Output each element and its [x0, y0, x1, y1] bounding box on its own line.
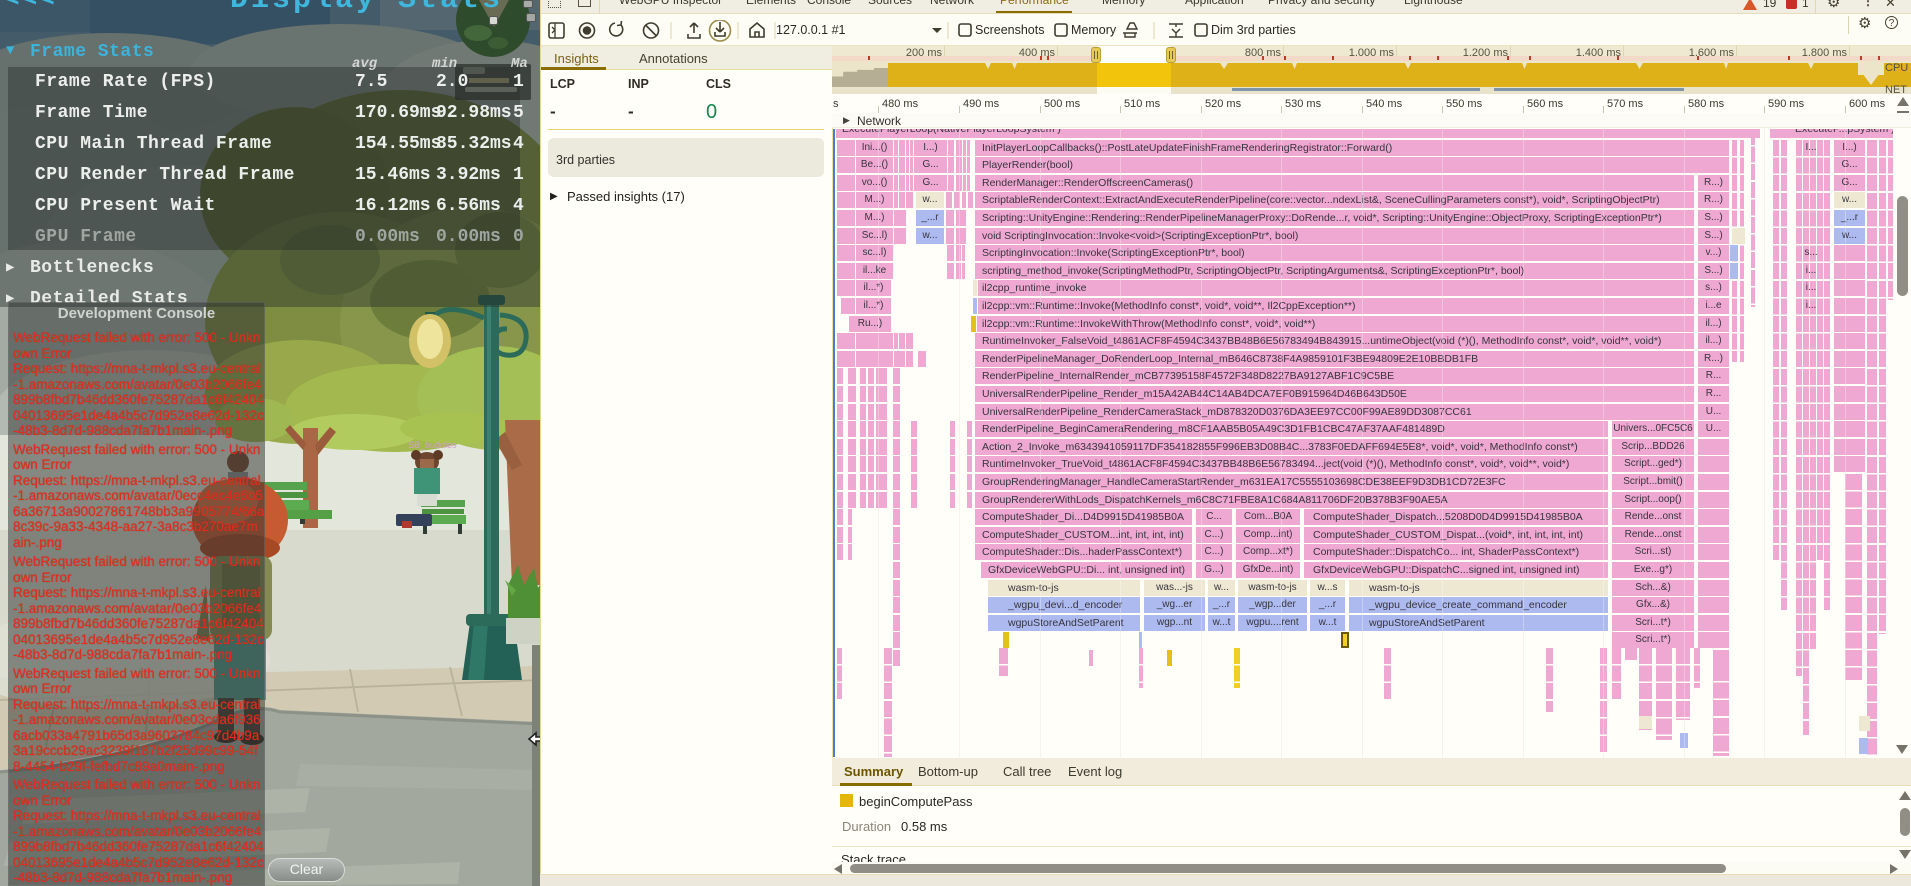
svg-text:SB_buddies: SB_buddies	[408, 440, 457, 450]
